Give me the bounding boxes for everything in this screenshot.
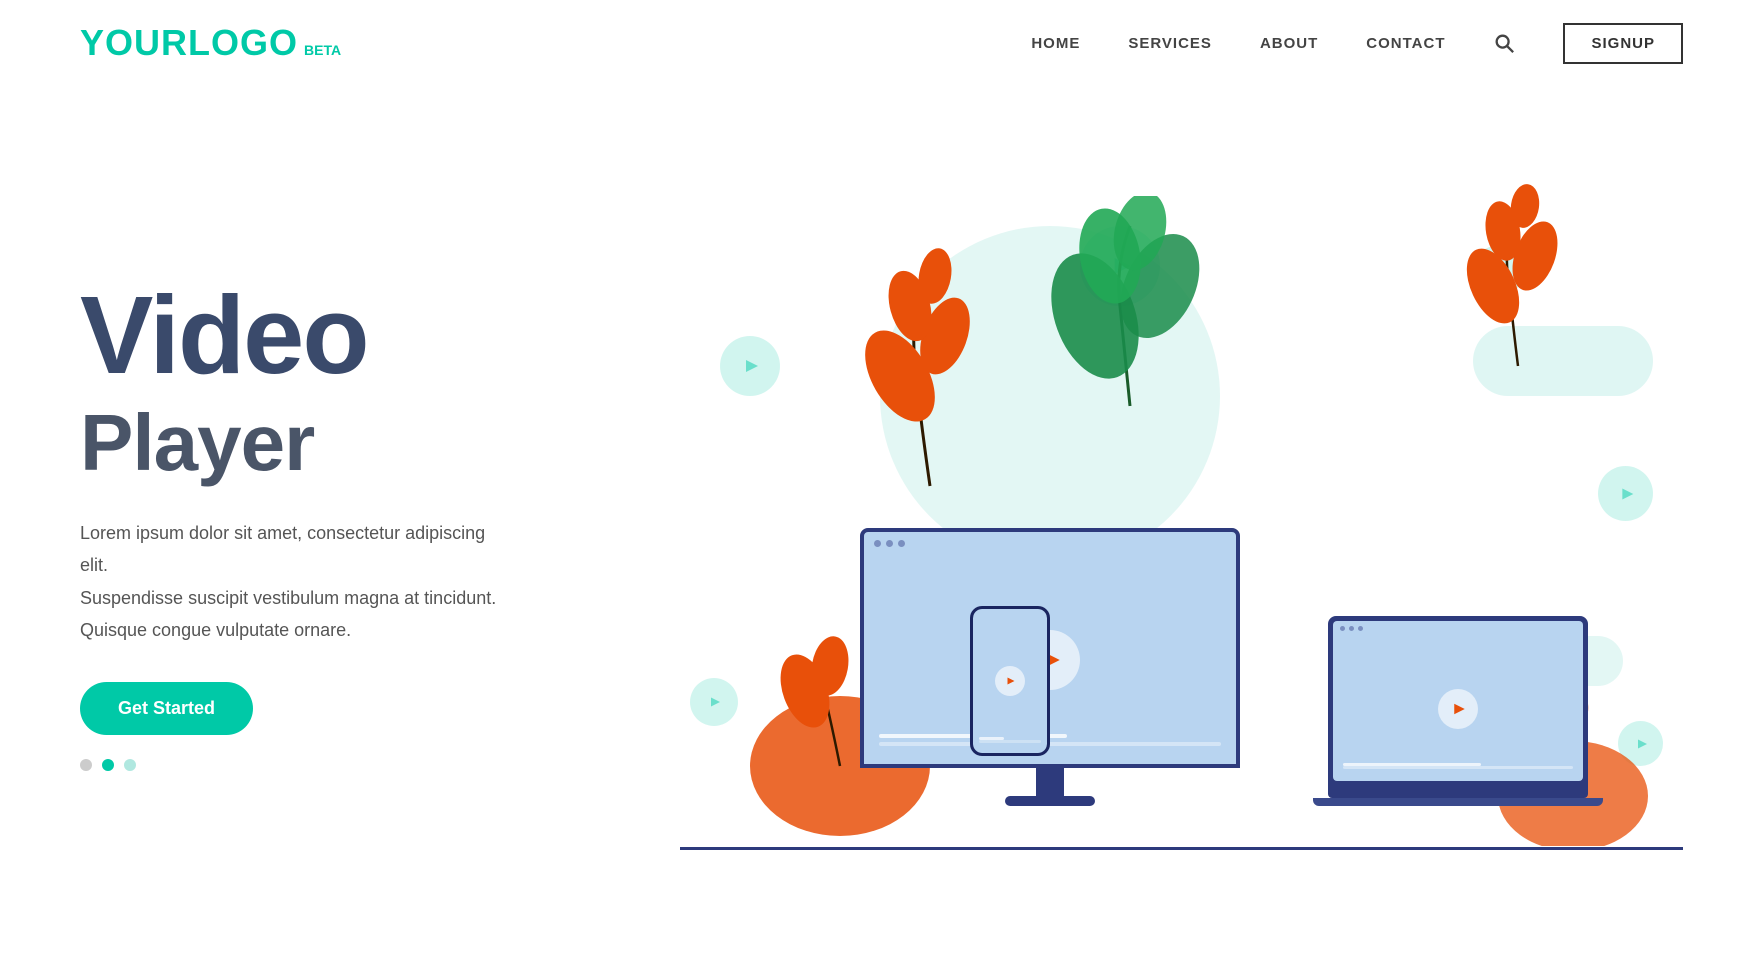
play-icon-rightmid — [1615, 483, 1637, 505]
signup-button[interactable]: SIGNUP — [1563, 23, 1683, 64]
header: YOURLOGO BETA HOME SERVICES ABOUT CONTAC… — [0, 0, 1763, 86]
dot-2-active[interactable] — [102, 759, 114, 771]
laptop-hinge — [1328, 786, 1588, 798]
nav-contact[interactable]: CONTACT — [1366, 35, 1445, 52]
logo-text: YOURLOGO — [80, 22, 298, 64]
hero-desc-line2: Suspendisse suscipit vestibulum magna at… — [80, 588, 496, 608]
hero-description: Lorem ipsum dolor sit amet, consectetur … — [80, 517, 500, 647]
play-icon-bottomleft — [705, 693, 723, 711]
phone-play-icon — [1004, 675, 1016, 687]
laptop-progress — [1343, 763, 1573, 769]
monitor-dot-3 — [898, 540, 905, 547]
search-button[interactable] — [1493, 32, 1515, 54]
phone-screen — [973, 609, 1047, 753]
hero-illustration — [660, 166, 1683, 886]
get-started-button[interactable]: Get Started — [80, 682, 253, 735]
laptop-screen-inner — [1333, 621, 1583, 781]
monitor-dot-1 — [874, 540, 881, 547]
phone-body — [970, 606, 1050, 756]
orange-plant-topright — [1453, 176, 1583, 376]
laptop-dot-1 — [1340, 626, 1345, 631]
play-icon-topleft — [738, 354, 762, 378]
logo-beta: BETA — [304, 42, 341, 58]
hero-desc-line3: Quisque congue vulputate ornare. — [80, 620, 351, 640]
play-bubble-rightmid — [1598, 466, 1653, 521]
monitor-stand-neck — [1036, 768, 1064, 796]
phone-device — [970, 606, 1050, 756]
orange-plant-left — [860, 216, 1000, 496]
play-bubble-topleft — [720, 336, 780, 396]
nav-about[interactable]: ABOUT — [1260, 35, 1318, 52]
laptop-play-button[interactable] — [1438, 689, 1478, 729]
nav-home[interactable]: HOME — [1031, 35, 1080, 52]
laptop-keyboard-base — [1313, 798, 1603, 806]
search-icon — [1493, 32, 1515, 54]
laptop-play-icon — [1449, 700, 1467, 718]
hero-left: Video Player Lorem ipsum dolor sit amet,… — [80, 281, 600, 772]
hero-title-player: Player — [80, 399, 600, 487]
monitor-dot-2 — [886, 540, 893, 547]
play-bubble-bottomleft — [690, 678, 738, 726]
dot-3[interactable] — [124, 759, 136, 771]
nav: HOME SERVICES ABOUT CONTACT SIGNUP — [1031, 23, 1683, 64]
ground-line — [680, 847, 1683, 850]
logo[interactable]: YOURLOGO BETA — [80, 22, 341, 64]
hero-desc-line1: Lorem ipsum dolor sit amet, consectetur … — [80, 523, 485, 575]
monitor-title-bar — [864, 532, 1236, 555]
phone-bar-bg — [979, 740, 1041, 743]
laptop-title-bar — [1333, 621, 1583, 636]
laptop-screen-outer — [1328, 616, 1588, 786]
dot-1[interactable] — [80, 759, 92, 771]
phone-progress — [979, 737, 1041, 743]
laptop-dot-2 — [1349, 626, 1354, 631]
phone-play-button[interactable] — [995, 666, 1025, 696]
laptop-bar-bg — [1343, 766, 1573, 769]
green-plant-center — [1040, 196, 1220, 416]
laptop-dot-3 — [1358, 626, 1363, 631]
hero-title-video: Video — [80, 281, 600, 391]
laptop-device — [1328, 616, 1603, 806]
nav-services[interactable]: SERVICES — [1128, 35, 1212, 52]
monitor-device — [860, 528, 1240, 806]
monitor-screen — [860, 528, 1240, 768]
monitor-progress — [879, 734, 1221, 746]
monitor-stand-base — [1005, 796, 1095, 806]
monitor-progress-bg — [879, 742, 1221, 746]
carousel-dots — [80, 759, 600, 771]
hero-section: Video Player Lorem ipsum dolor sit amet,… — [0, 86, 1763, 946]
